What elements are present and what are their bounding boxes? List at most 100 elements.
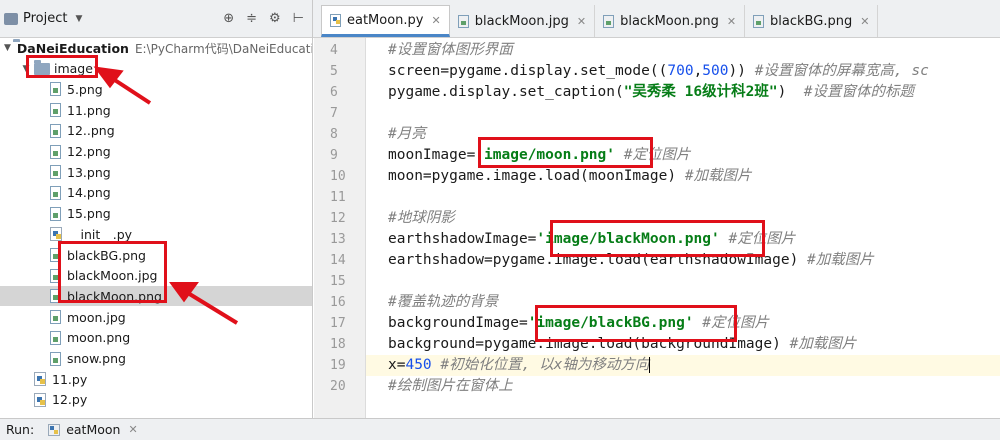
code-token: #设置窗体的屏幕宽高, sc — [754, 63, 929, 79]
project-icon — [4, 12, 18, 25]
chevron-down-icon[interactable]: ▼ — [75, 14, 82, 24]
image-file-icon — [50, 165, 61, 180]
code-line[interactable]: moon=pygame.image.load(moonImage) #加载图片 — [366, 166, 1000, 187]
tree-item[interactable]: moon.jpg — [0, 307, 312, 327]
tree-item[interactable]: 12.py — [0, 390, 312, 410]
tree-item-label: 13.png — [67, 164, 111, 180]
target-icon[interactable]: ⊕ — [223, 11, 234, 26]
code-token: #加载图片 — [807, 252, 874, 268]
line-number: 5 — [330, 64, 338, 79]
tree-item-label: DaNeiEducation — [16, 40, 129, 56]
line-number: 10 — [330, 169, 346, 184]
gear-icon[interactable]: ⚙ — [269, 11, 281, 26]
code-token: #初始化位置, 以x轴为移动方向 — [440, 357, 650, 373]
code-token: earthshadowImage= — [388, 231, 537, 247]
image-file-icon — [50, 310, 61, 325]
python-file-icon — [48, 423, 61, 436]
tree-item[interactable]: moon.png — [0, 328, 312, 348]
editor-tab[interactable]: blackMoon.jpg ✕ — [450, 5, 596, 37]
collapse-icon[interactable]: ⊢ — [293, 11, 304, 26]
code-line[interactable]: #设置窗体图形界面 — [366, 40, 1000, 61]
run-tab-label: eatMoon — [66, 422, 121, 437]
code-line[interactable]: pygame.display.set_caption("吴秀柔 16级计科2班"… — [366, 82, 1000, 103]
code-token: 500 — [702, 63, 729, 79]
editor-tab-label: blackBG.png — [770, 13, 853, 29]
editor-tab[interactable]: blackMoon.png ✕ — [595, 5, 746, 37]
tree-item-label: 11.png — [67, 102, 111, 118]
code-token: #加载图片 — [684, 168, 752, 184]
line-number: 19 — [330, 358, 346, 373]
tree-item[interactable]: 12..png — [0, 121, 312, 141]
editor-tab-label: blackMoon.png — [620, 13, 719, 29]
image-file-icon — [50, 82, 61, 97]
expand-arrow-icon[interactable]: ▼ — [4, 43, 11, 53]
code-token: 450 — [405, 357, 432, 373]
tree-item[interactable]: 11.py — [0, 369, 312, 389]
python-file-icon — [50, 227, 62, 242]
tree-item[interactable]: 12.png — [0, 142, 312, 162]
image-file-icon — [50, 185, 61, 200]
close-icon[interactable]: ✕ — [432, 14, 441, 27]
code-token: #覆盖轨迹的背景 — [388, 294, 499, 310]
editor-tab[interactable]: eatMoon.py ✕ — [321, 5, 450, 37]
code-token: #地球阴影 — [388, 210, 455, 226]
tree-item-label: snow.png — [67, 351, 126, 366]
code-token: backgroundImage= — [388, 315, 528, 331]
tree-item-label: 5.png — [67, 81, 103, 97]
code-line[interactable] — [366, 103, 1000, 124]
line-number: 8 — [330, 127, 338, 142]
tree-item[interactable]: 15.png — [0, 204, 312, 224]
python-file-icon — [330, 13, 341, 27]
image-file-icon — [50, 103, 61, 118]
code-line[interactable]: x=450 #初始化位置, 以x轴为移动方向 — [366, 355, 1000, 376]
project-title[interactable]: Project — [23, 11, 67, 26]
sort-icon[interactable]: ≑ — [246, 11, 257, 26]
code-line[interactable]: moonImage='image/moon.png' #定位图片 — [366, 145, 1000, 166]
code-token: pygame.display.set_caption( — [388, 84, 624, 100]
tree-item-label: 12.png — [67, 144, 111, 159]
run-label: Run: — [6, 422, 35, 437]
code-token: screen=pygame.display.set_mode(( — [388, 63, 668, 79]
line-number: 6 — [330, 85, 338, 100]
highlight-box-image-folder — [26, 55, 98, 78]
line-number: 18 — [330, 337, 346, 352]
image-file-icon — [50, 123, 61, 138]
code-token: , — [693, 63, 703, 79]
highlight-box-image-files — [58, 241, 167, 303]
run-tab[interactable]: eatMoon ✕ — [48, 422, 138, 437]
tree-item-label: 11.py — [52, 371, 88, 387]
code-line[interactable] — [366, 187, 1000, 208]
close-icon[interactable]: ✕ — [128, 423, 137, 436]
code-token: 700 — [667, 63, 694, 79]
close-icon[interactable]: ✕ — [860, 15, 869, 28]
image-file-icon — [603, 14, 615, 28]
image-file-icon — [50, 206, 61, 221]
tree-item[interactable]: 13.png — [0, 162, 312, 182]
code-line[interactable]: #月亮 — [366, 124, 1000, 145]
code-token: #设置窗体的标题 — [803, 84, 915, 100]
tree-item[interactable]: 11.png — [0, 100, 312, 120]
highlight-box-blackmoon-path — [550, 220, 765, 257]
code-token: #绘制图片在窗体上 — [388, 378, 513, 394]
code-token: #加载图片 — [789, 336, 857, 352]
code-line[interactable]: #绘制图片在窗体上 — [366, 376, 1000, 397]
code-line[interactable] — [366, 271, 1000, 292]
code-line[interactable]: screen=pygame.display.set_mode((700,500)… — [366, 61, 1000, 82]
python-file-icon — [34, 372, 46, 387]
code-token: #月亮 — [388, 126, 426, 142]
tree-item-label: 15.png — [67, 206, 111, 222]
editor-tab-label: blackMoon.jpg — [474, 13, 569, 29]
image-file-icon — [50, 144, 61, 159]
line-number: 15 — [330, 274, 346, 289]
tree-item-label: __init__.py — [68, 226, 133, 242]
close-icon[interactable]: ✕ — [577, 15, 586, 28]
line-number: 7 — [330, 106, 338, 121]
editor-tab[interactable]: blackBG.png ✕ — [745, 5, 879, 37]
panel-toolbar: ⊕ ≑ ⚙ ⊢ — [223, 11, 304, 26]
tree-item[interactable]: 14.png — [0, 183, 312, 203]
image-file-icon — [50, 351, 61, 366]
editor-tab-bar: eatMoon.py ✕ blackMoon.jpg ✕ blackMoon.png ✕ b… — [313, 0, 1000, 38]
tree-item[interactable]: snow.png — [0, 349, 312, 369]
tree-item[interactable]: 5.png — [0, 79, 312, 99]
close-icon[interactable]: ✕ — [727, 15, 736, 28]
